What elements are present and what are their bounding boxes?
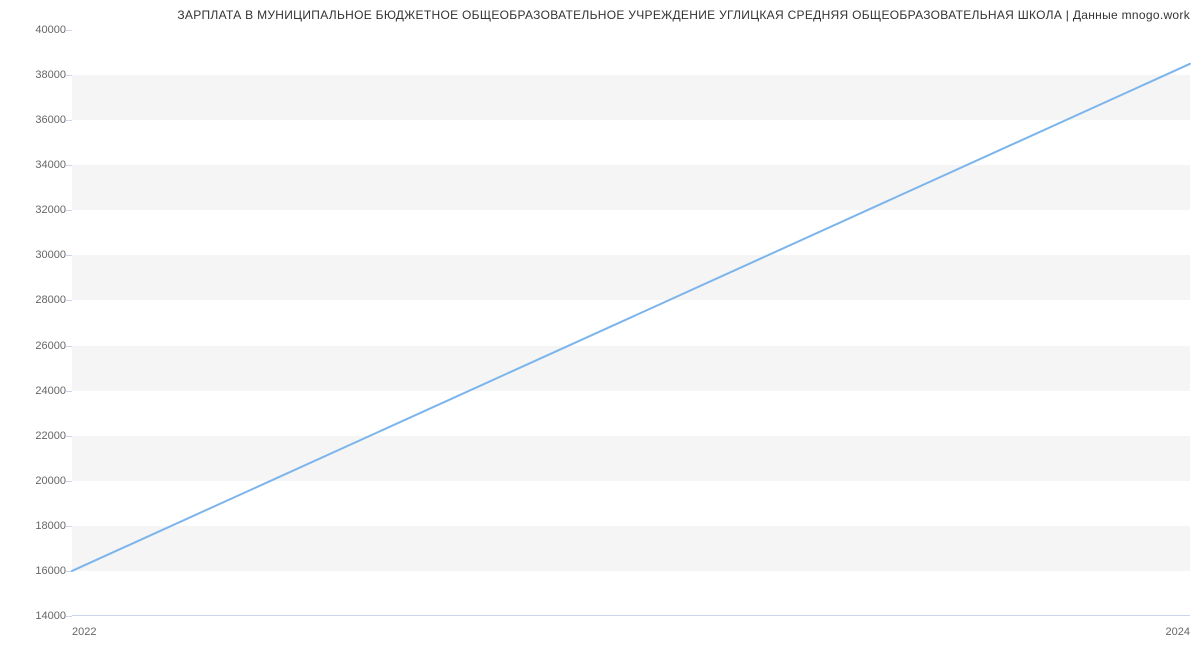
y-tick-label: 38000 bbox=[35, 69, 66, 81]
y-tick-label: 14000 bbox=[35, 610, 66, 622]
y-tick-label: 24000 bbox=[35, 385, 66, 397]
x-tick-label: 2024 bbox=[1166, 626, 1190, 638]
plot-area bbox=[72, 30, 1190, 616]
y-tick-label: 40000 bbox=[35, 24, 66, 36]
y-tick-label: 34000 bbox=[35, 159, 66, 171]
y-tick-label: 26000 bbox=[35, 340, 66, 352]
data-line bbox=[72, 64, 1190, 571]
y-tick-label: 20000 bbox=[35, 475, 66, 487]
x-tick-label: 2022 bbox=[72, 626, 96, 638]
y-axis: 1400016000180002000022000240002600028000… bbox=[0, 30, 66, 616]
y-tick-label: 28000 bbox=[35, 294, 66, 306]
y-tick-label: 18000 bbox=[35, 520, 66, 532]
y-tick-mark bbox=[66, 616, 72, 617]
y-tick-label: 16000 bbox=[35, 565, 66, 577]
chart-container: ЗАРПЛАТА В МУНИЦИПАЛЬНОЕ БЮДЖЕТНОЕ ОБЩЕО… bbox=[0, 0, 1200, 650]
y-tick-label: 22000 bbox=[35, 430, 66, 442]
chart-line-svg bbox=[72, 30, 1190, 616]
chart-title: ЗАРПЛАТА В МУНИЦИПАЛЬНОЕ БЮДЖЕТНОЕ ОБЩЕО… bbox=[0, 0, 1200, 26]
y-tick-label: 32000 bbox=[35, 204, 66, 216]
x-axis: 2022 2024 bbox=[72, 620, 1190, 650]
y-tick-label: 30000 bbox=[35, 249, 66, 261]
y-tick-label: 36000 bbox=[35, 114, 66, 126]
